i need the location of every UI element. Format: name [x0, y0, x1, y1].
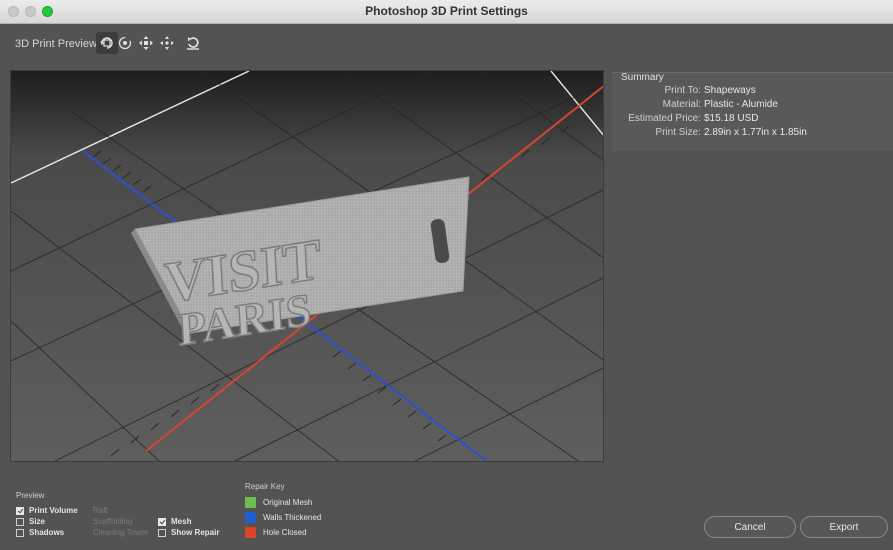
walls-thickened-swatch	[245, 512, 256, 523]
summary-row-material: Material: Plastic - Alumide	[612, 99, 893, 113]
repair-key-label: Hole Closed	[263, 528, 307, 537]
checkbox-label: Shadows	[29, 528, 65, 537]
repair-key-label: Original Mesh	[263, 498, 313, 507]
checkbox-box[interactable]	[16, 506, 24, 515]
checkbox-label: Show Repair	[171, 528, 220, 537]
title-bar: Photoshop 3D Print Settings	[0, 0, 893, 24]
summary-key: Material:	[662, 99, 701, 110]
slide-tool-button[interactable]	[156, 32, 178, 54]
shadows-checkbox[interactable]: Shadows	[16, 528, 64, 537]
hole-closed-swatch	[245, 527, 256, 538]
summary-panel: Summary Print To: Shapeways Material: Pl…	[612, 72, 893, 151]
summary-key: Print Size:	[655, 127, 701, 138]
cancel-button[interactable]: Cancel	[704, 516, 796, 538]
repair-key-heading: Repair Key	[245, 482, 285, 491]
print-volume-checkbox[interactable]: Print Volume	[16, 506, 78, 515]
checkbox-box[interactable]	[158, 528, 166, 537]
toolbar-label: 3D Print Preview	[15, 38, 97, 50]
preview-heading: Preview	[16, 491, 45, 500]
scaffolding-option: Scaffolding	[93, 517, 133, 526]
reset-view-button[interactable]	[182, 32, 204, 54]
repair-key-walls-thickened: Walls Thickened	[245, 512, 321, 523]
summary-value: 2.89in x 1.77in x 1.85in	[704, 127, 807, 138]
summary-row-print-to: Print To: Shapeways	[612, 85, 893, 99]
repair-key-original-mesh: Original Mesh	[245, 497, 312, 508]
summary-value: $15.18 USD	[704, 113, 759, 124]
checkbox-box[interactable]	[16, 517, 24, 526]
window-title: Photoshop 3D Print Settings	[365, 4, 528, 18]
export-button[interactable]: Export	[800, 516, 888, 538]
summary-key: Estimated Price:	[628, 113, 701, 124]
orbit-icon	[100, 37, 113, 49]
summary-key: Print To:	[664, 85, 702, 96]
checkbox-label: Mesh	[171, 517, 192, 526]
summary-row-price: Estimated Price: $15.18 USD	[612, 113, 893, 127]
cleaning-tower-option: Cleaning Tower	[93, 528, 148, 537]
3d-preview-viewport[interactable]: VISIT PARIS	[10, 70, 604, 462]
checkbox-box[interactable]	[16, 528, 24, 537]
raft-option: Raft	[93, 506, 108, 515]
mesh-checkbox[interactable]: Mesh	[158, 517, 191, 526]
summary-row-print-size: Print Size: 2.89in x 1.77in x 1.85in	[612, 127, 893, 141]
summary-value: Plastic - Alumide	[704, 99, 778, 110]
preview-toolbar: 3D Print Preview	[0, 24, 893, 66]
pan-icon	[139, 36, 153, 50]
size-checkbox[interactable]: Size	[16, 517, 45, 526]
repair-key-hole-closed: Hole Closed	[245, 527, 307, 538]
repair-key-label: Walls Thickened	[263, 513, 322, 522]
checkbox-box[interactable]	[158, 517, 166, 526]
3d-scene: VISIT PARIS	[11, 71, 603, 461]
checkbox-label: Print Volume	[29, 506, 78, 515]
summary-heading: Summary	[621, 72, 664, 83]
summary-value: Shapeways	[704, 85, 756, 96]
original-mesh-swatch	[245, 497, 256, 508]
checkbox-label: Size	[29, 517, 46, 526]
roll-tool-button[interactable]	[114, 32, 136, 54]
reset-view-icon	[187, 37, 199, 50]
roll-icon	[118, 36, 132, 50]
pan-tool-button[interactable]	[135, 32, 157, 54]
show-repair-checkbox[interactable]: Show Repair	[158, 528, 219, 537]
slide-icon	[160, 36, 174, 50]
